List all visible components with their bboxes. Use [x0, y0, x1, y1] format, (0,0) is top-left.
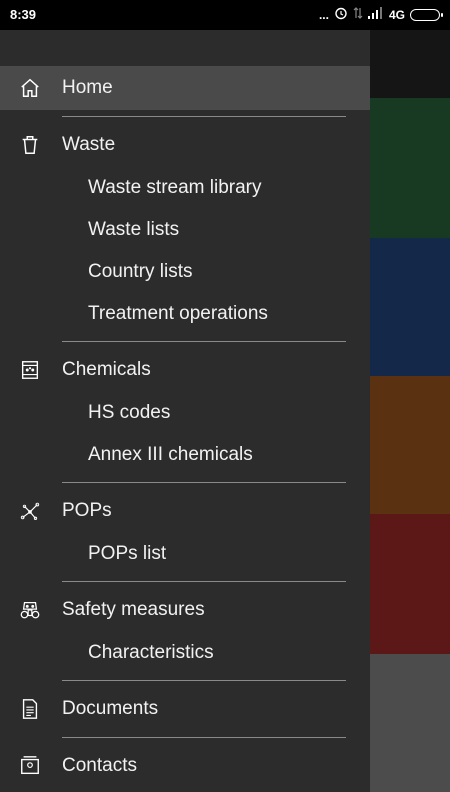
background-strip [370, 98, 450, 238]
nav-subitem-treatment-operations[interactable]: Treatment operations [0, 293, 370, 335]
nav-subitem-hs-codes[interactable]: HS codes [0, 392, 370, 434]
background-strip [370, 654, 450, 792]
alarm-icon [334, 6, 348, 23]
divider [62, 737, 346, 738]
nav-item-label: Documents [62, 698, 159, 719]
nav-subitem-annex-iii-chemicals[interactable]: Annex III chemicals [0, 434, 370, 476]
nav-subitem-waste-lists[interactable]: Waste lists [0, 209, 370, 251]
nav-item-label: Waste [62, 134, 116, 155]
nav-item-safety-measures[interactable]: Safety measures [0, 588, 370, 632]
background-strip [370, 30, 450, 98]
contacts-icon [18, 754, 42, 778]
nav-subitem-waste-stream-library[interactable]: Waste stream library [0, 167, 370, 209]
drawer-header [0, 30, 370, 66]
nav-subitem-label: Country lists [88, 261, 193, 282]
nav-item-label: POPs [62, 500, 112, 521]
nav-item-chemicals[interactable]: Chemicals [0, 348, 370, 392]
divider [62, 116, 346, 117]
nav-subitem-label: Waste stream library [88, 177, 262, 198]
nav-subitem-label: Waste lists [88, 219, 180, 240]
nav-item-label: Safety measures [62, 599, 205, 620]
nav-subitem-label: HS codes [88, 402, 171, 423]
navigation-drawer: Home Waste Waste stream library Waste li… [0, 30, 370, 792]
background-strip [370, 376, 450, 514]
status-icons: ... 4G [318, 6, 443, 23]
nav-subitem-label: Annex III chemicals [88, 444, 253, 465]
nav-item-contacts[interactable]: Contacts [0, 744, 370, 788]
data-transfer-icon [353, 6, 363, 23]
gas-mask-icon [18, 598, 42, 622]
home-icon [18, 76, 42, 100]
document-icon [18, 697, 42, 721]
molecule-icon [18, 499, 42, 523]
background-strip [370, 238, 450, 376]
nav-item-documents[interactable]: Documents [0, 687, 370, 731]
divider [62, 680, 346, 681]
signal-icon [367, 7, 384, 22]
nav-subitem-country-lists[interactable]: Country lists [0, 251, 370, 293]
chemical-barrel-icon [18, 358, 42, 382]
status-time: 8:39 [10, 7, 37, 22]
background-strip [370, 514, 450, 654]
battery-icon [410, 8, 443, 21]
nav-item-waste[interactable]: Waste [0, 123, 370, 167]
nav-subitem-characteristics[interactable]: Characteristics [0, 632, 370, 674]
trash-icon [18, 133, 42, 157]
nav-subitem-pops-list[interactable]: POPs list [0, 533, 370, 575]
nav-item-home[interactable]: Home [0, 66, 370, 110]
divider [62, 341, 346, 342]
nav-item-pops[interactable]: POPs [0, 489, 370, 533]
network-type: 4G [388, 7, 405, 22]
nav-subitem-label: Treatment operations [88, 303, 268, 324]
divider [62, 482, 346, 483]
nav-item-label: Home [62, 77, 113, 98]
status-bar: 8:39 ... 4G [0, 0, 450, 30]
nav-subitem-label: POPs list [88, 543, 167, 564]
divider [62, 581, 346, 582]
nav-item-label: Contacts [62, 755, 137, 776]
nav-subitem-label: Characteristics [88, 642, 214, 663]
nav-item-label: Chemicals [62, 359, 151, 380]
notification-dots: ... [318, 7, 329, 22]
